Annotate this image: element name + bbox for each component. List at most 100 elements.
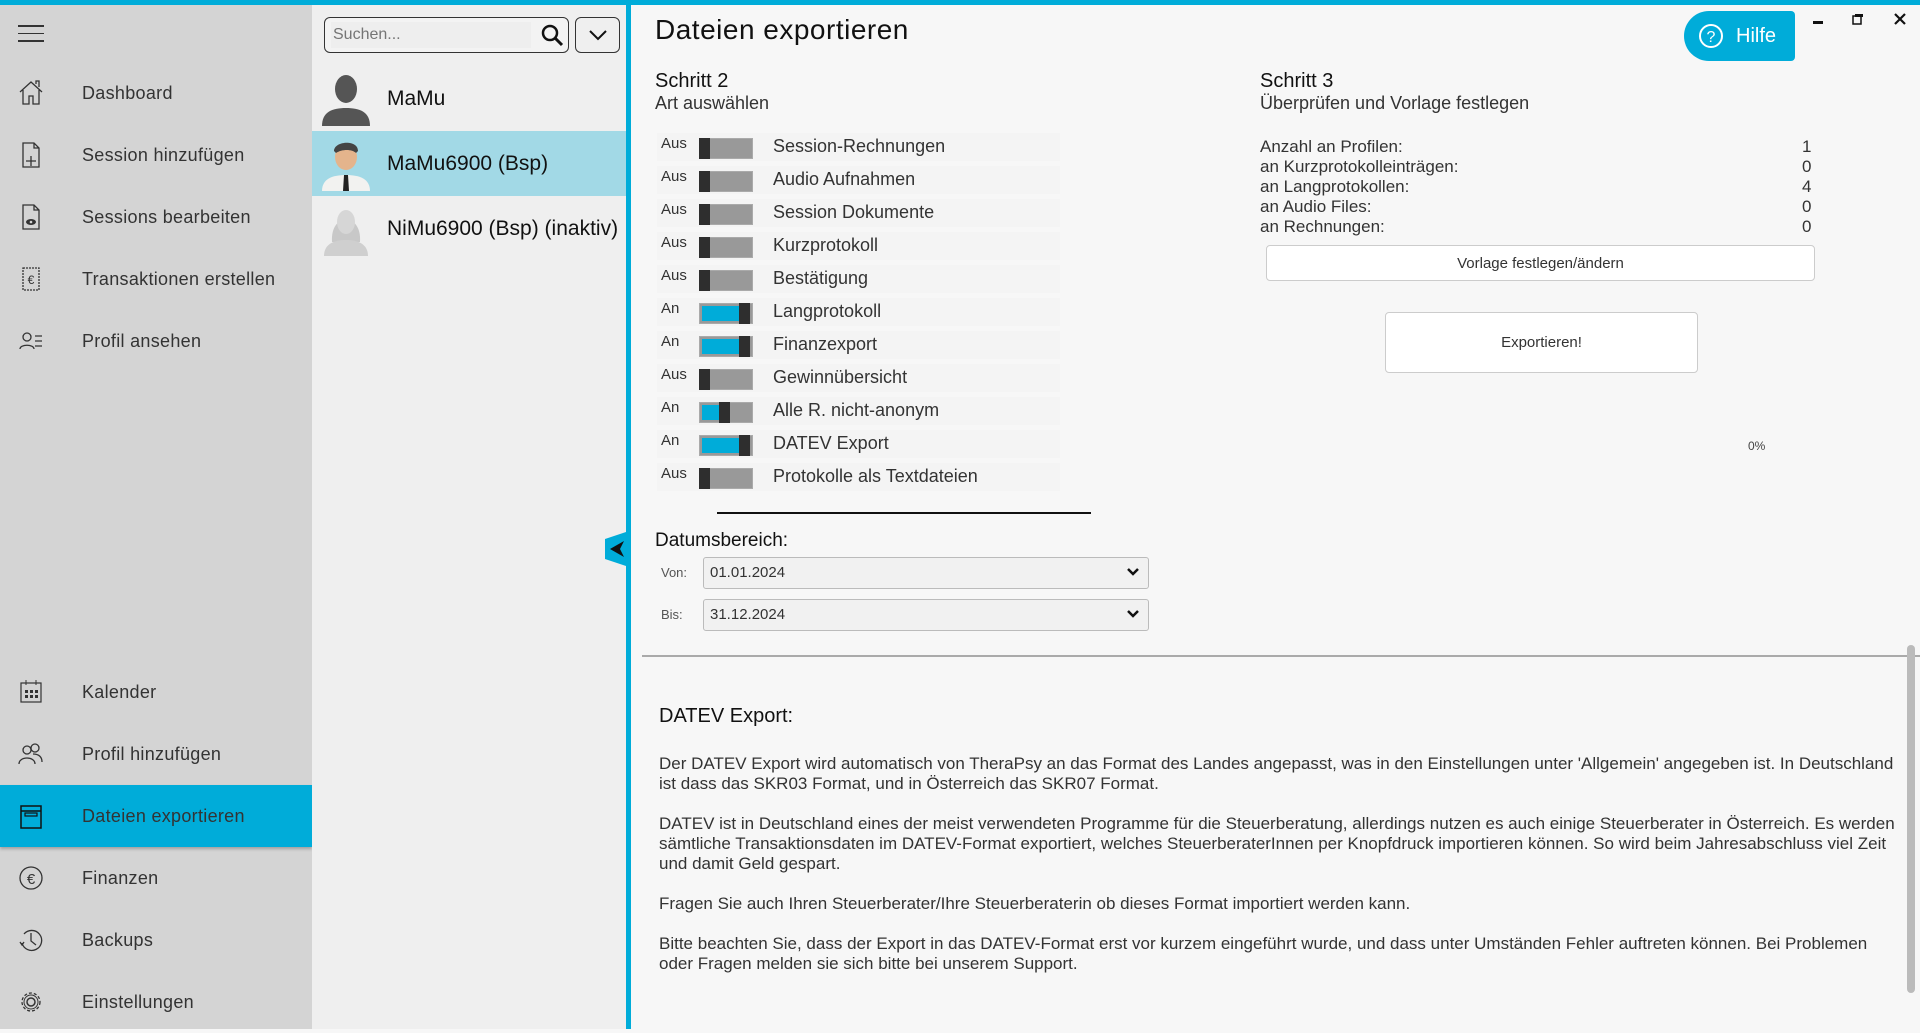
to-date-select[interactable]: 31.12.2024 [703, 599, 1149, 631]
info-paragraph: Bitte beachten Sie, dass der Export in d… [659, 934, 1868, 973]
sidebar-item-label: Einstellungen [82, 991, 194, 1012]
stat-row: an Kurzprotokolleinträgen: 0 [1260, 157, 1820, 177]
sidebar-item-session-hinzuf-gen[interactable]: Session hinzufügen [0, 124, 312, 186]
toggle-state: Aus [661, 168, 687, 185]
calendar-icon [16, 677, 46, 707]
sidebar-item-backups[interactable]: Backups [0, 909, 312, 971]
step2-subtitle: Art auswählen [655, 93, 770, 113]
maximize-button[interactable] [1846, 8, 1870, 30]
step2-title: Schritt 2 [655, 70, 729, 92]
toggle-state: Aus [661, 366, 687, 383]
sidebar-item-dateien-exportieren[interactable]: Dateien exportieren [0, 785, 312, 847]
toggle-switch[interactable] [699, 467, 753, 489]
toggle-switch[interactable] [699, 269, 753, 291]
toggle-state: Aus [661, 234, 687, 251]
close-button[interactable] [1888, 8, 1912, 30]
stat-label: an Rechnungen: [1260, 217, 1385, 236]
sidebar-item-transaktionen-erstellen[interactable]: € Transaktionen erstellen [0, 248, 312, 310]
sidebar-item-label: Session hinzufügen [82, 144, 245, 165]
svg-text:€: € [28, 273, 35, 287]
profile-list-item[interactable]: MaMu [312, 66, 626, 131]
sidebar-item-label: Profil ansehen [82, 330, 202, 351]
panel-divider [626, 5, 631, 1029]
export-type-row: Aus Gewinnübersicht [657, 364, 1060, 392]
export-button[interactable]: Exportieren! [1385, 312, 1698, 373]
toggle-switch[interactable] [699, 335, 753, 357]
sidebar-item-sessions-bearbeiten[interactable]: Sessions bearbeiten [0, 186, 312, 248]
profile-list-item[interactable]: NiMu6900 (Bsp) (inaktiv) [312, 196, 626, 261]
stat-value: 1 [1802, 137, 1812, 156]
avatar [320, 202, 372, 261]
info-paragraph: Fragen Sie auch Ihren Steuerberater/Ihre… [659, 894, 1411, 913]
toggle-label: Session-Rechnungen [773, 136, 946, 156]
export-type-row: Aus Kurzprotokoll [657, 232, 1060, 260]
toggle-switch[interactable] [699, 203, 753, 225]
toggle-state: An [661, 399, 680, 416]
collapse-panel-button[interactable] [605, 531, 629, 567]
scrollbar[interactable] [1907, 645, 1915, 993]
minimize-button[interactable] [1806, 8, 1830, 30]
sidebar-item-profil-hinzuf-gen[interactable]: Profil hinzufügen [0, 723, 312, 785]
home-icon [16, 78, 46, 108]
export-type-row: An DATEV Export [657, 430, 1060, 458]
toggle-label: DATEV Export [773, 433, 889, 453]
export-type-row: An Langprotokoll [657, 298, 1060, 326]
stat-row: Anzahl an Profilen: 1 [1260, 137, 1820, 157]
search-icon[interactable] [540, 23, 564, 52]
toggle-switch[interactable] [699, 137, 753, 159]
toggle-label: Langprotokoll [773, 301, 882, 321]
sidebar-item-einstellungen[interactable]: Einstellungen [0, 971, 312, 1033]
toggle-label: Protokolle als Textdateien [773, 466, 978, 486]
file-plus-icon [16, 140, 46, 170]
chevron-down-icon [1127, 610, 1139, 618]
sidebar-item-finanzen[interactable]: € Finanzen [0, 847, 312, 909]
toggle-state: An [661, 432, 680, 449]
stat-label: an Audio Files: [1260, 197, 1372, 216]
file-eye-icon [16, 202, 46, 232]
date-range-label: Datumsbereich: [655, 530, 789, 551]
sidebar-item-dashboard[interactable]: Dashboard [0, 62, 312, 124]
sidebar-item-label: Finanzen [82, 867, 159, 888]
filter-dropdown-button[interactable] [575, 17, 620, 53]
avatar [320, 72, 372, 131]
stat-row: an Rechnungen: 0 [1260, 217, 1820, 237]
export-type-row: Aus Bestätigung [657, 265, 1060, 293]
toggle-switch[interactable] [699, 302, 753, 324]
euro-circle-icon: € [16, 863, 46, 893]
stat-value: 0 [1802, 197, 1812, 216]
toggle-switch[interactable] [699, 170, 753, 192]
sidebar-item-label: Profil hinzufügen [82, 743, 222, 764]
profile-list-icon [16, 326, 46, 356]
info-paragraph: DATEV ist in Deutschland eines der meist… [659, 814, 1895, 873]
profile-name: MaMu [387, 86, 446, 110]
toggle-label: Alle R. nicht-anonym [773, 400, 940, 420]
archive-icon [16, 801, 46, 831]
toggle-switch[interactable] [699, 401, 753, 423]
toggle-switch[interactable] [699, 236, 753, 258]
from-date-select[interactable]: 01.01.2024 [703, 557, 1149, 589]
sidebar-item-kalender[interactable]: Kalender [0, 661, 312, 723]
template-button[interactable]: Vorlage festlegen/ändern [1266, 245, 1815, 281]
toggle-state: An [661, 300, 680, 317]
toggle-switch[interactable] [699, 434, 753, 456]
profile-list-item[interactable]: MaMu6900 (Bsp) [312, 131, 626, 196]
svg-text:?: ? [1707, 29, 1716, 46]
search-input[interactable] [331, 22, 531, 48]
restore-icon [1852, 14, 1863, 25]
sidebar: Dashboard Session hinzufügen Sessions bear… [0, 5, 312, 1029]
hamburger-menu-icon[interactable] [18, 25, 44, 45]
section-divider [642, 655, 1920, 657]
to-date-value: 31.12.2024 [710, 606, 786, 623]
sidebar-item-profil-ansehen[interactable]: Profil ansehen [0, 310, 312, 372]
stat-label: an Langprotokollen: [1260, 177, 1410, 196]
toggle-state: Aus [661, 135, 687, 152]
svg-text:€: € [27, 871, 36, 888]
from-label: Von: [661, 565, 688, 580]
info-title: DATEV Export: [659, 705, 794, 727]
toggle-label: Kurzprotokoll [773, 235, 879, 255]
stat-value: 4 [1802, 177, 1812, 196]
toggle-label: Session Dokumente [773, 202, 935, 222]
stat-value: 0 [1802, 157, 1812, 176]
help-button[interactable]: ? Hilfe [1684, 11, 1795, 61]
toggle-switch[interactable] [699, 368, 753, 390]
